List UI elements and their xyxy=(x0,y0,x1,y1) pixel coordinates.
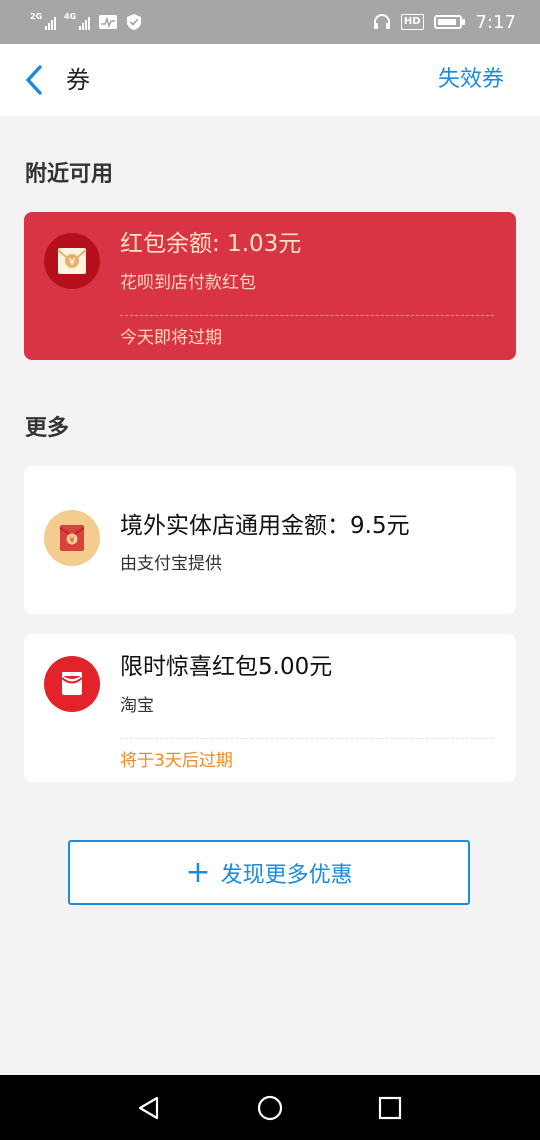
nav-recents-button[interactable] xyxy=(373,1091,407,1125)
page-title: 券 xyxy=(66,66,90,94)
signal-2g-label: 2G xyxy=(30,12,43,21)
surprise-card-subtitle: 淘宝 xyxy=(120,696,154,716)
nav-back-button[interactable] xyxy=(132,1091,166,1125)
status-time: 7:17 xyxy=(475,11,516,33)
divider xyxy=(120,315,494,316)
yuan-symbol: ¥ xyxy=(69,536,74,545)
overseas-coupon-card[interactable]: ¥ 境外实体店通用金额：9.5元 由支付宝提供 xyxy=(24,466,516,614)
activity-icon xyxy=(99,15,117,29)
surprise-card-title: 限时惊喜红包5.00元 xyxy=(120,654,333,680)
surprise-card-expiry: 将于3天后过期 xyxy=(120,751,233,771)
nearby-card-expiry: 今天即将过期 xyxy=(120,328,222,348)
nearby-card-subtitle: 花呗到店付款红包 xyxy=(120,273,256,293)
gift-box-icon xyxy=(44,656,100,712)
nearby-card-title: 红包余额: 1.03元 xyxy=(120,231,302,257)
divider xyxy=(120,738,494,739)
status-left: 2G 4G xyxy=(30,10,142,34)
yuan-symbol: ¥ xyxy=(69,257,75,268)
status-bar: 2G 4G HD 7:17 xyxy=(0,0,540,44)
red-envelope-icon: ¥ xyxy=(44,510,100,566)
discover-more-label: 发现更多优惠 xyxy=(220,862,353,888)
expired-coupons-link[interactable]: 失效券 xyxy=(438,64,504,96)
section-title-more: 更多 xyxy=(25,416,70,441)
shield-check-icon xyxy=(127,14,141,30)
circle-home-icon xyxy=(257,1095,283,1121)
back-button[interactable] xyxy=(20,62,56,98)
headphones-icon xyxy=(373,14,390,29)
square-recents-icon xyxy=(378,1096,402,1120)
system-nav-bar xyxy=(0,1075,540,1140)
discover-more-button[interactable]: + 发现更多优惠 xyxy=(68,840,470,905)
app-header: 券 失效券 xyxy=(0,44,540,116)
overseas-card-title: 境外实体店通用金额：9.5元 xyxy=(120,513,410,539)
signal-4g-label: 4G xyxy=(64,12,77,21)
nav-home-button[interactable] xyxy=(253,1091,287,1125)
section-title-nearby: 附近可用 xyxy=(25,162,114,187)
red-envelope-icon: ¥ xyxy=(44,233,100,289)
chevron-left-icon xyxy=(26,65,42,95)
plus-icon: + xyxy=(185,854,211,890)
signal-2g-icon: 2G xyxy=(30,13,56,31)
battery-icon xyxy=(433,15,465,29)
hd-badge: HD xyxy=(400,14,424,30)
status-right: HD 7:17 xyxy=(373,10,516,34)
signal-4g-icon: 4G xyxy=(64,13,90,31)
nearby-coupon-card[interactable]: ¥ 红包余额: 1.03元 花呗到店付款红包 今天即将过期 xyxy=(24,212,516,360)
triangle-back-icon xyxy=(138,1096,159,1120)
overseas-card-subtitle: 由支付宝提供 xyxy=(120,554,222,574)
surprise-coupon-card[interactable]: 限时惊喜红包5.00元 淘宝 将于3天后过期 xyxy=(24,634,516,782)
